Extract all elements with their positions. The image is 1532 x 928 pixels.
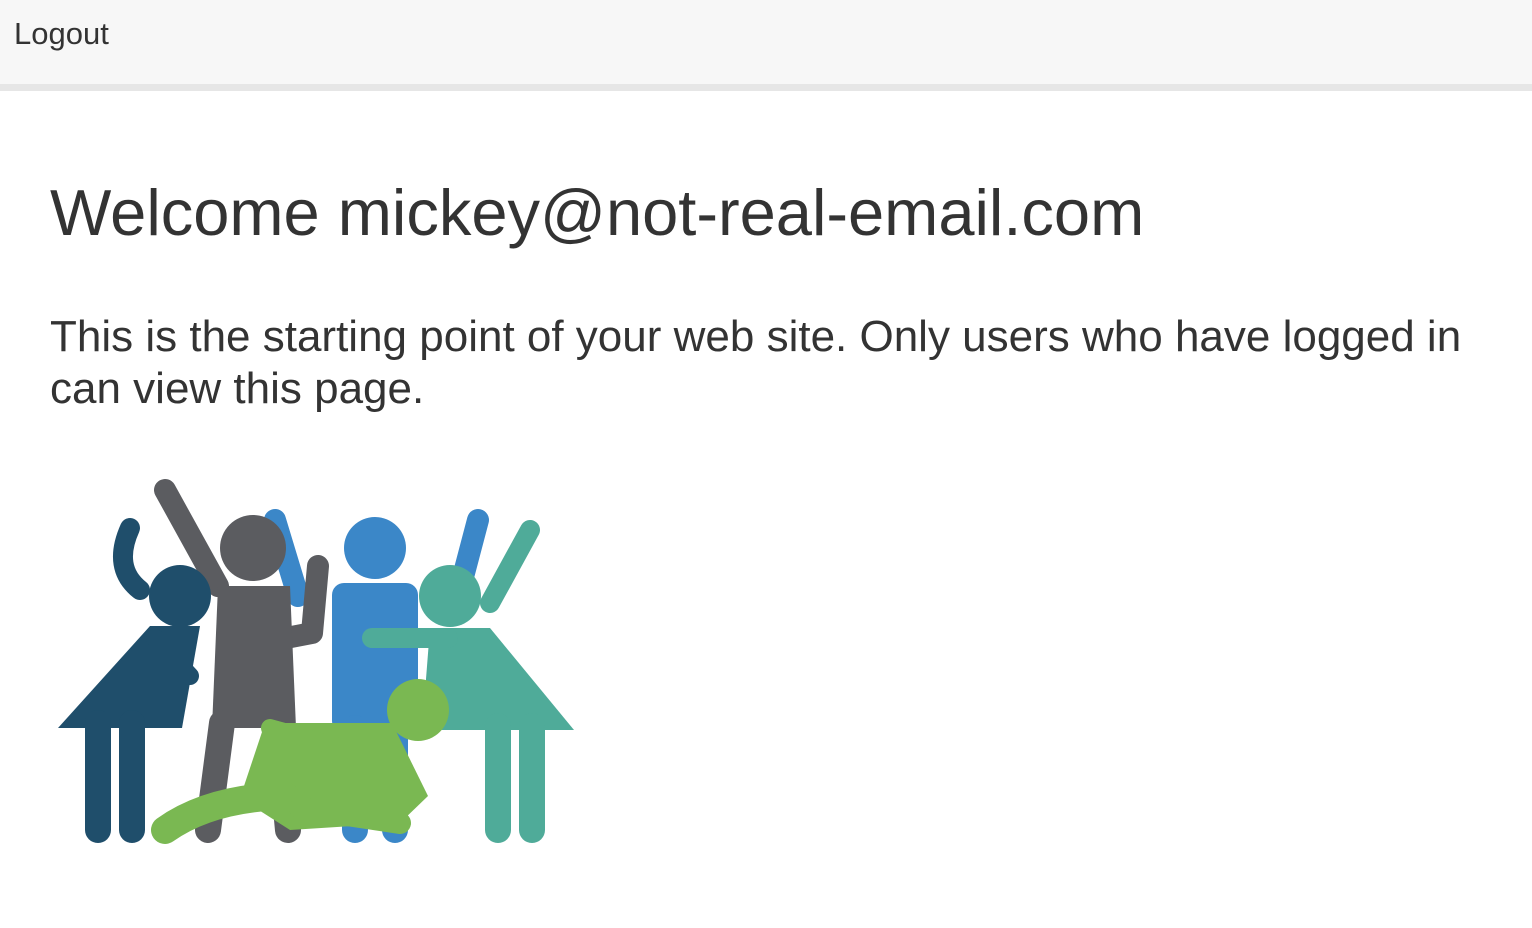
page-title: Welcome mickey@not-real-email.com [50, 176, 1145, 249]
intro-text: This is the starting point of your web s… [50, 312, 1462, 413]
top-navbar: Logout [0, 0, 1532, 91]
logout-link[interactable]: Logout [14, 16, 109, 52]
navy-person-figure [58, 518, 211, 843]
celebrating-people-icon [50, 478, 580, 850]
